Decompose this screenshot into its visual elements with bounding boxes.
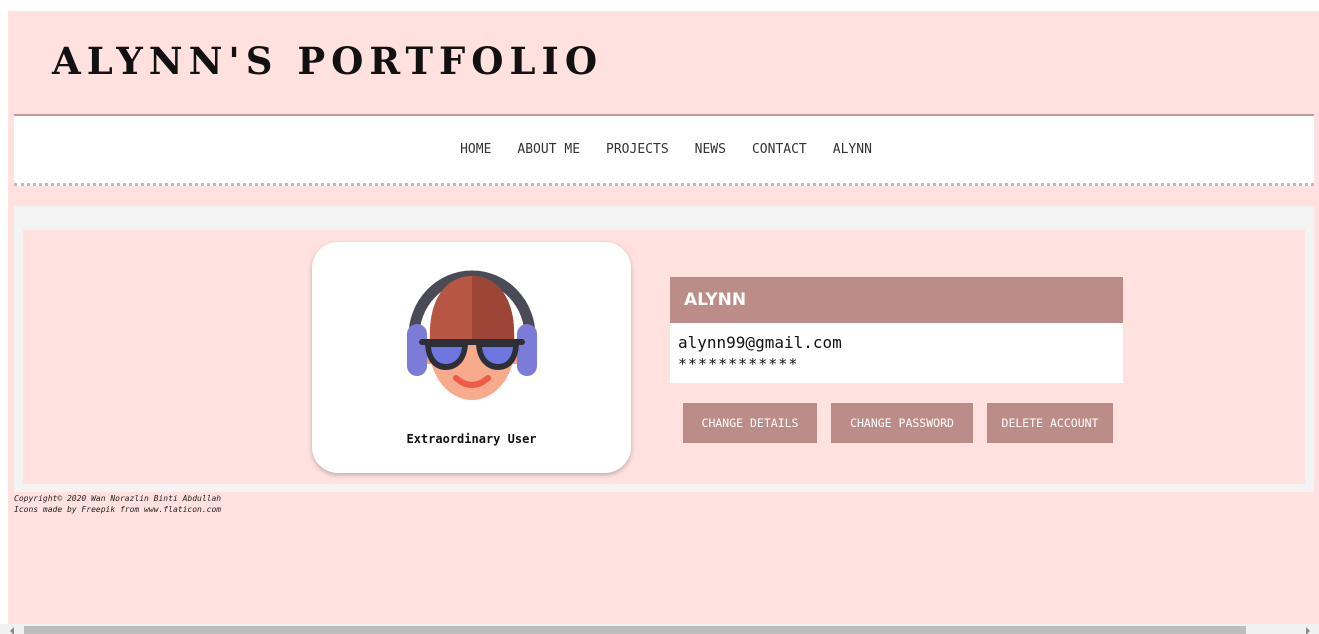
- footer-copyright: Copyright© 2020 Wan Norazlin Binti Abdul…: [14, 494, 222, 503]
- site-header: ALYNN'S PORTFOLIO: [8, 11, 1319, 114]
- nav-item-home[interactable]: HOME: [460, 142, 491, 157]
- scrollbar-thumb[interactable]: [24, 626, 1246, 634]
- footer-icon-credit: Icons made by Freepik from www.flaticon.…: [14, 505, 222, 514]
- horizontal-scrollbar[interactable]: [0, 624, 1319, 634]
- main-nav: HOME ABOUT ME PROJECTS NEWS CONTACT ALYN…: [14, 116, 1314, 186]
- nav-item-news[interactable]: NEWS: [695, 142, 726, 157]
- nav-item-contact[interactable]: CONTACT: [752, 142, 807, 157]
- profile-card: Extraordinary User: [312, 242, 631, 473]
- delete-account-button[interactable]: DELETE ACCOUNT: [987, 403, 1113, 443]
- site-title: ALYNN'S PORTFOLIO: [52, 39, 604, 83]
- account-email: alynn99@gmail.com: [678, 333, 842, 352]
- account-name: ALYNN: [684, 290, 747, 310]
- account-info-box: ALYNN alynn99@gmail.com ************: [670, 277, 1123, 383]
- scroll-left-arrow-icon[interactable]: [10, 627, 14, 634]
- page-footer: Copyright© 2020 Wan Norazlin Binti Abdul…: [14, 493, 221, 515]
- account-panel: Extraordinary User ALYNN alynn99@gmail.c…: [23, 230, 1305, 484]
- page-container: ALYNN'S PORTFOLIO HOME ABOUT ME PROJECTS…: [8, 11, 1319, 634]
- account-password-masked: ************: [678, 355, 799, 373]
- change-details-button[interactable]: CHANGE DETAILS: [683, 403, 817, 443]
- user-role-label: Extraordinary User: [406, 432, 537, 446]
- nav-item-projects[interactable]: PROJECTS: [606, 142, 669, 157]
- scroll-right-arrow-icon[interactable]: [1306, 627, 1310, 634]
- account-name-header: ALYNN: [670, 277, 1123, 323]
- nav-item-user-alynn[interactable]: ALYNN: [833, 142, 872, 157]
- account-section: Extraordinary User ALYNN alynn99@gmail.c…: [14, 206, 1314, 492]
- user-avatar-icon: [407, 270, 537, 400]
- change-password-button[interactable]: CHANGE PASSWORD: [831, 403, 973, 443]
- nav-item-about-me[interactable]: ABOUT ME: [517, 142, 580, 157]
